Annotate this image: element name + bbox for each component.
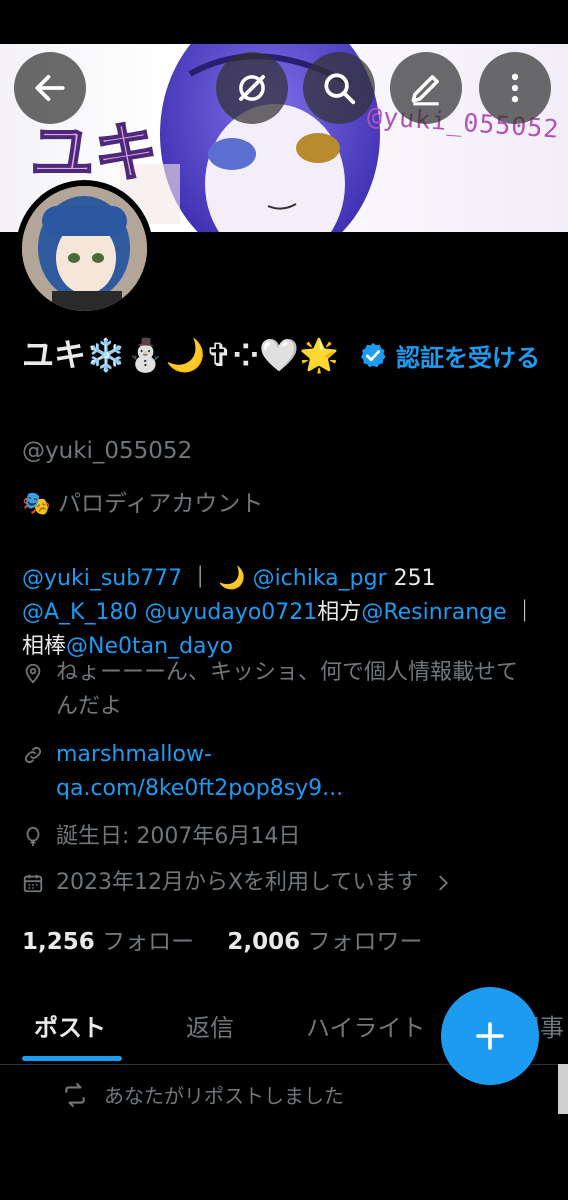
followers-count: 2,006 bbox=[227, 929, 301, 955]
link-icon bbox=[24, 746, 42, 764]
grok-icon bbox=[239, 75, 265, 101]
follow-stats: 1,256 フォロー 2,006 フォロワー bbox=[22, 922, 422, 956]
bio-text: 相方 bbox=[317, 600, 362, 625]
plus-icon bbox=[476, 1022, 504, 1050]
joined-text: 2023年12月からXを利用しています bbox=[56, 870, 419, 895]
following-label: フォロー bbox=[102, 929, 195, 955]
status-bar bbox=[0, 0, 568, 44]
tab-replies[interactable]: 返信 bbox=[186, 1008, 234, 1043]
profile-bio: @yuki_sub777 ｜ 🌙 @ichika_pgr 251 @A_K_18… bbox=[22, 562, 552, 664]
following-count: 1,256 bbox=[22, 929, 95, 955]
birthday-text: 誕生日: 2007年6月14日 bbox=[56, 824, 301, 849]
edit-icon bbox=[411, 75, 439, 106]
tab-highlights[interactable]: ハイライト bbox=[306, 1008, 426, 1043]
location-icon bbox=[25, 663, 41, 684]
search-button[interactable] bbox=[303, 52, 375, 124]
scrollbar[interactable] bbox=[558, 1064, 568, 1114]
profile-name-row: ユキ❄️⛄🌙✞⁘🤍🌟 認証を受ける bbox=[22, 332, 552, 383]
bio-text: ｜ 🌙 bbox=[182, 566, 253, 591]
followers-label: フォロワー bbox=[307, 929, 423, 955]
following-stat[interactable]: 1,256 フォロー bbox=[22, 929, 194, 955]
compose-button[interactable] bbox=[441, 987, 539, 1085]
back-arrow-icon bbox=[35, 75, 65, 101]
verified-badge-icon[interactable] bbox=[358, 337, 388, 383]
joined-row[interactable]: 2023年12月からXを利用しています bbox=[22, 866, 454, 900]
avatar[interactable] bbox=[16, 180, 153, 317]
location-row: ねょーーーん、キッショ、何で個人情報載せてんだよ bbox=[22, 656, 522, 724]
repost-icon bbox=[65, 1082, 85, 1107]
more-button[interactable] bbox=[479, 52, 551, 124]
back-button[interactable] bbox=[14, 52, 86, 124]
active-tab-indicator bbox=[22, 1056, 122, 1061]
profile-handle: @yuki_055052 bbox=[22, 438, 193, 464]
avatar-image bbox=[22, 186, 147, 311]
mention-link[interactable]: @A_K_180 bbox=[22, 600, 137, 625]
tab-posts[interactable]: ポスト bbox=[34, 1008, 106, 1043]
chevron-right-icon bbox=[439, 875, 449, 891]
display-name: ユキ❄️⛄🌙✞⁘🤍🌟 bbox=[22, 336, 339, 374]
grok-button[interactable] bbox=[216, 52, 288, 124]
edit-button[interactable] bbox=[390, 52, 462, 124]
parody-label: 🎭 パロディアカウント bbox=[22, 491, 264, 517]
bio-text: 251 bbox=[386, 566, 436, 591]
birthday-row: 誕生日: 2007年6月14日 bbox=[22, 820, 300, 854]
website-row[interactable]: marshmallow-qa.com/8ke0ft2pop8sy9... bbox=[22, 738, 343, 806]
website-link[interactable]: marshmallow-qa.com/8ke0ft2pop8sy9... bbox=[56, 738, 343, 806]
repost-indicator: あなたがリポストしました bbox=[62, 1080, 344, 1109]
mention-link[interactable]: @Resinrange bbox=[361, 600, 506, 625]
location-text: ねょーーーん、キッショ、何で個人情報載せてんだよ bbox=[56, 660, 519, 719]
get-verified-link[interactable]: 認証を受ける bbox=[396, 344, 540, 372]
followers-stat[interactable]: 2,006 フォロワー bbox=[227, 929, 422, 955]
calendar-icon bbox=[23, 874, 43, 893]
repost-label: あなたがリポストしました bbox=[104, 1084, 344, 1108]
mention-link[interactable]: @ichika_pgr bbox=[253, 566, 387, 591]
search-icon bbox=[324, 73, 356, 105]
balloon-icon bbox=[26, 826, 40, 847]
mention-link[interactable]: @uyudayo0721 bbox=[144, 600, 317, 625]
mention-link[interactable]: @yuki_sub777 bbox=[22, 566, 182, 591]
more-icon bbox=[511, 73, 519, 103]
